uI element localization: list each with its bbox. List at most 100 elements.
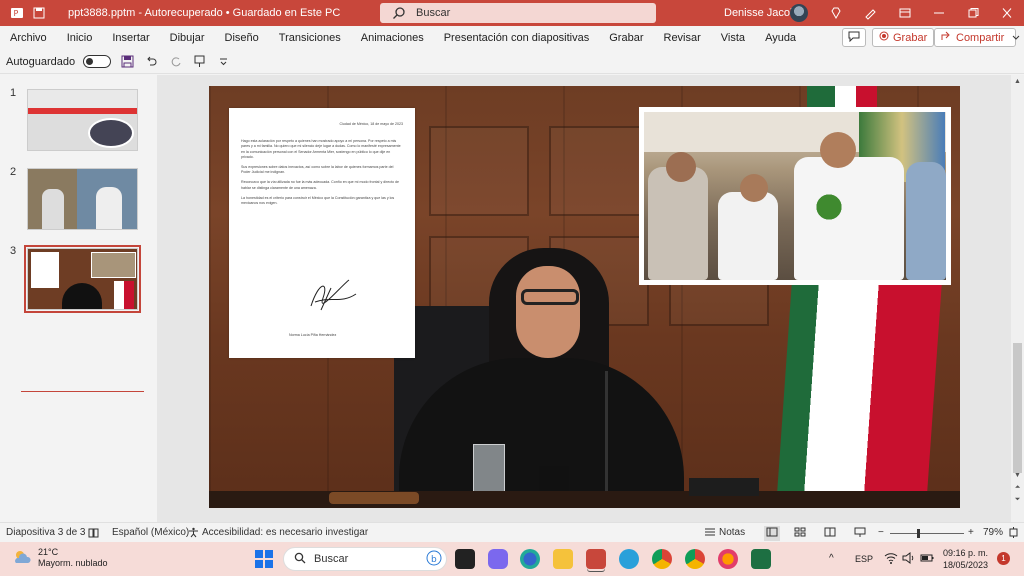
scroll-up-icon[interactable]: ▲ bbox=[1013, 77, 1022, 86]
share-button[interactable]: Compartir bbox=[934, 28, 1020, 47]
spelling-icon[interactable] bbox=[88, 527, 99, 541]
save-icon[interactable] bbox=[32, 6, 46, 20]
plant bbox=[814, 187, 844, 227]
ribbon-display-icon[interactable] bbox=[888, 0, 922, 26]
restore-icon[interactable] bbox=[956, 0, 990, 26]
volume-icon[interactable] bbox=[902, 552, 916, 567]
chrome-icon[interactable] bbox=[652, 549, 672, 569]
letter-date: Ciudad de México, 18 de mayo de 2023 bbox=[339, 122, 403, 126]
zoom-slider-track[interactable] bbox=[890, 533, 964, 534]
next-slide-icon[interactable]: ⏷ bbox=[1013, 495, 1022, 504]
teams-chat-icon[interactable] bbox=[488, 549, 508, 569]
tab-animaciones[interactable]: Animaciones bbox=[351, 32, 434, 44]
taskbar-search-label: Buscar bbox=[314, 553, 349, 565]
undo-icon[interactable] bbox=[143, 54, 159, 70]
normal-view-icon[interactable] bbox=[764, 526, 780, 541]
chrome-profile-icon[interactable] bbox=[685, 549, 705, 569]
desk-phone bbox=[689, 478, 759, 496]
search-placeholder: Buscar bbox=[416, 7, 451, 19]
notification-badge[interactable]: 1 bbox=[997, 552, 1010, 565]
vertical-scrollbar[interactable]: ▲ ▼ ⏶ ⏷ bbox=[1011, 75, 1024, 522]
reading-view-icon[interactable] bbox=[824, 527, 836, 540]
judge-glasses bbox=[521, 289, 579, 305]
tab-vista[interactable]: Vista bbox=[711, 32, 755, 44]
notes-icon[interactable] bbox=[704, 527, 716, 540]
keyboard-language[interactable]: ESP bbox=[855, 554, 873, 564]
letter-image[interactable]: Ciudad de México, 18 de mayo de 2023 Hag… bbox=[229, 108, 415, 358]
record-button[interactable]: Grabar bbox=[872, 28, 935, 47]
tab-archivo[interactable]: Archivo bbox=[0, 32, 57, 44]
tab-ayuda[interactable]: Ayuda bbox=[755, 32, 806, 44]
fit-to-window-icon[interactable] bbox=[1008, 527, 1019, 541]
scroll-down-icon[interactable]: ▼ bbox=[1013, 471, 1022, 480]
redo-icon[interactable] bbox=[167, 54, 183, 70]
excel-icon[interactable] bbox=[751, 549, 771, 569]
zoom-slider-knob[interactable] bbox=[917, 529, 920, 538]
mexican-flag bbox=[776, 281, 942, 508]
taskbar-search[interactable]: Buscar b bbox=[283, 547, 447, 571]
close-icon[interactable] bbox=[990, 0, 1024, 26]
letter-paragraph: La honestidad es el criterio para constr… bbox=[241, 195, 395, 206]
current-slide[interactable]: Ciudad de México, 18 de mayo de 2023 Hag… bbox=[209, 86, 960, 508]
comments-button[interactable] bbox=[842, 28, 866, 47]
svg-text:P: P bbox=[14, 9, 19, 18]
wall-panel bbox=[429, 126, 529, 216]
diamond-icon[interactable] bbox=[826, 4, 846, 22]
tab-inicio[interactable]: Inicio bbox=[57, 32, 103, 44]
slide-count: Diapositiva 3 de 3 bbox=[6, 527, 86, 538]
search-icon bbox=[392, 6, 406, 20]
tab-grabar[interactable]: Grabar bbox=[599, 32, 653, 44]
powerpoint-taskbar-icon[interactable] bbox=[586, 549, 606, 569]
slide-thumbnail-3[interactable] bbox=[24, 245, 141, 313]
search-icon bbox=[294, 552, 306, 567]
system-clock[interactable]: 09:16 p. m. 18/05/2023 bbox=[943, 547, 988, 571]
slide-thumbnail-1[interactable] bbox=[27, 89, 138, 151]
tab-presentacion[interactable]: Presentación con diapositivas bbox=[434, 32, 600, 44]
slide-sorter-icon[interactable] bbox=[794, 527, 806, 540]
minimize-icon[interactable] bbox=[922, 0, 956, 26]
ribbon-tabs: Archivo Inicio Insertar Dibujar Diseño T… bbox=[0, 26, 1024, 50]
weather-widget[interactable]: 21°C Mayorm. nublado bbox=[12, 547, 108, 569]
windows-start-icon[interactable] bbox=[254, 549, 274, 569]
status-bar: Diapositiva 3 de 3 Español (México) Acce… bbox=[0, 522, 1024, 542]
language-status[interactable]: Español (México) bbox=[112, 527, 189, 538]
pen-icon[interactable] bbox=[860, 4, 880, 22]
tab-transiciones[interactable]: Transiciones bbox=[269, 32, 351, 44]
svg-text:b: b bbox=[431, 555, 437, 565]
chevron-up-icon[interactable]: ^ bbox=[829, 553, 834, 564]
powerpoint-logo-icon: P bbox=[10, 6, 24, 20]
slideshow-icon[interactable] bbox=[854, 527, 866, 540]
tab-revisar[interactable]: Revisar bbox=[654, 32, 711, 44]
tab-diseno[interactable]: Diseño bbox=[215, 32, 269, 44]
firefox-icon[interactable] bbox=[718, 549, 738, 569]
previous-slide-icon[interactable]: ⏶ bbox=[1013, 483, 1022, 492]
edge-icon[interactable] bbox=[520, 549, 540, 569]
battery-icon[interactable] bbox=[920, 552, 934, 567]
chevron-down-icon bbox=[1012, 32, 1020, 44]
title-search-box[interactable]: Buscar bbox=[380, 3, 656, 23]
cloud-icon bbox=[12, 549, 32, 568]
letter-paragraph: Reconozco que la vía utilizada no fue la… bbox=[241, 180, 400, 190]
file-explorer-icon[interactable] bbox=[553, 549, 573, 569]
signature-name: Norma Lucía Piña Hernández bbox=[289, 333, 337, 337]
wifi-icon[interactable] bbox=[884, 552, 898, 567]
notes-button[interactable]: Notas bbox=[719, 527, 745, 538]
market-photo[interactable] bbox=[639, 107, 951, 285]
slide-thumbnail-2[interactable] bbox=[27, 168, 138, 230]
autosave-toggle[interactable] bbox=[83, 55, 112, 68]
presenter-icon[interactable] bbox=[191, 54, 207, 70]
scrollbar-thumb[interactable] bbox=[1013, 343, 1022, 473]
person-left bbox=[648, 167, 708, 280]
zoom-level[interactable]: 79% bbox=[983, 527, 1003, 538]
user-avatar[interactable] bbox=[790, 4, 808, 22]
accessibility-icon[interactable] bbox=[188, 527, 199, 541]
tab-dibujar[interactable]: Dibujar bbox=[160, 32, 215, 44]
telegram-icon[interactable] bbox=[619, 549, 639, 569]
zoom-out-icon[interactable]: − bbox=[878, 527, 884, 538]
zoom-in-icon[interactable]: + bbox=[968, 527, 974, 538]
customize-qat-icon[interactable] bbox=[215, 54, 231, 70]
tab-insertar[interactable]: Insertar bbox=[102, 32, 159, 44]
save-icon[interactable] bbox=[119, 54, 135, 70]
task-view-icon[interactable] bbox=[455, 549, 475, 569]
accessibility-status[interactable]: Accesibilidad: es necesario investigar bbox=[202, 527, 368, 538]
